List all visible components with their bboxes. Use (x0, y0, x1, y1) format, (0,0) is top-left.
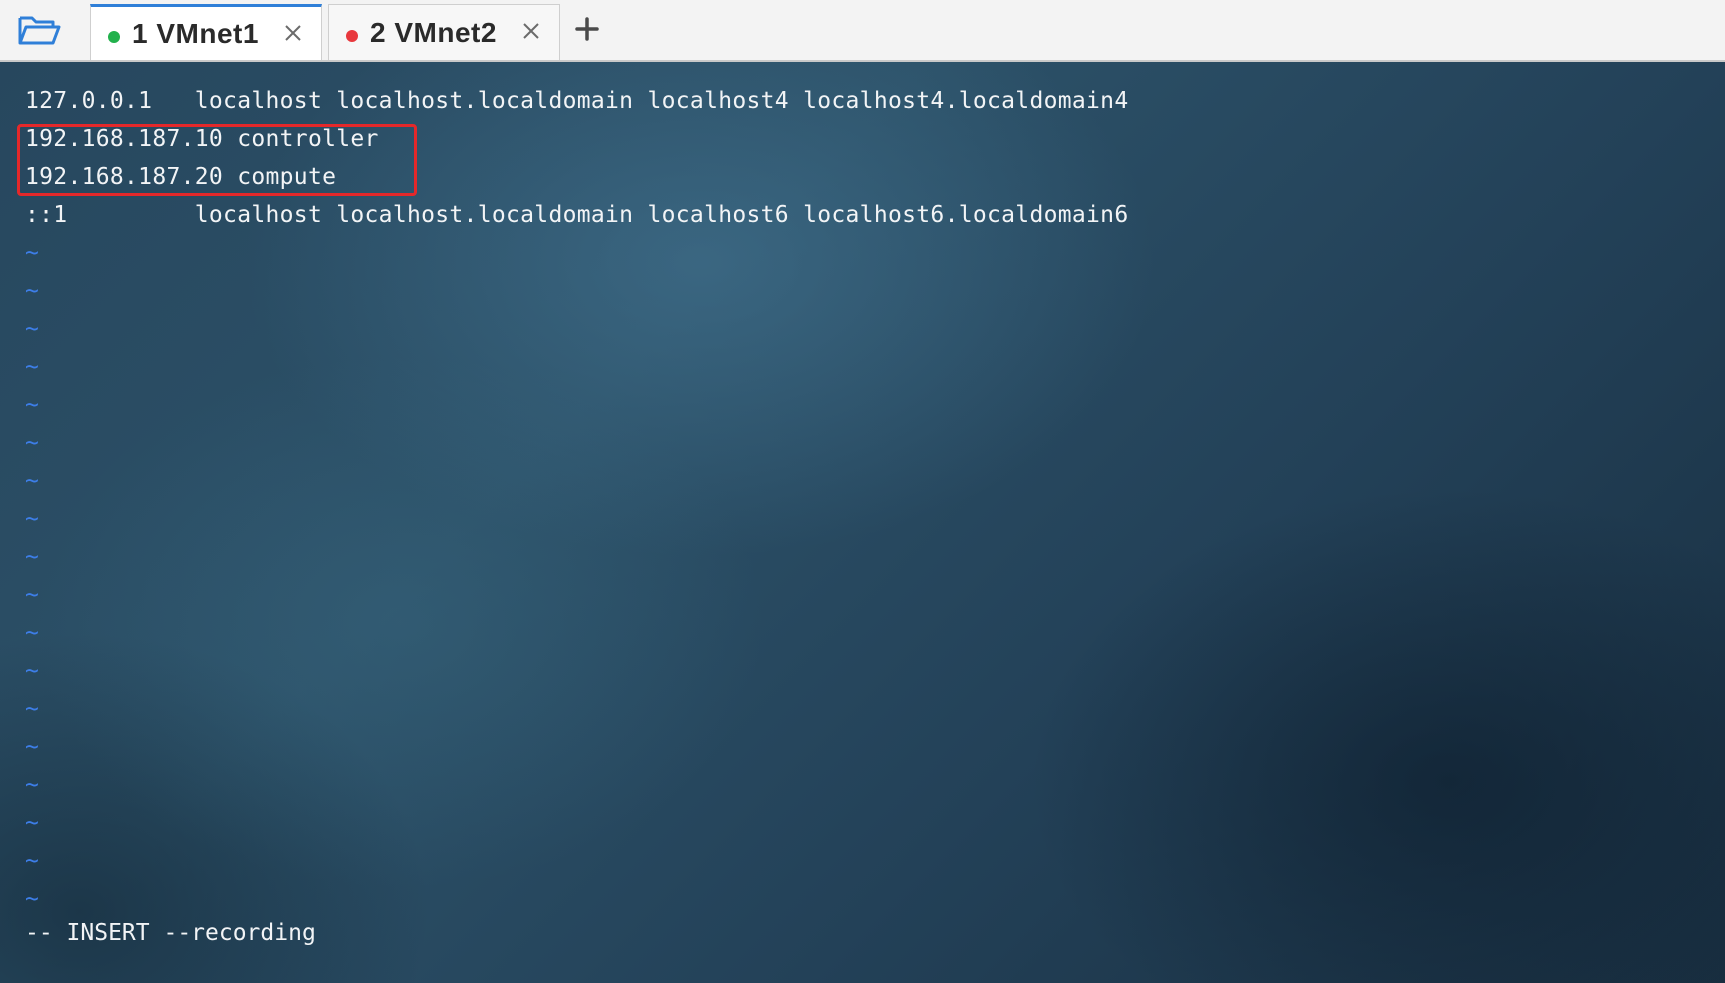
empty-line-marker: ~ (25, 240, 40, 266)
empty-line-marker: ~ (25, 810, 40, 836)
empty-line-marker: ~ (25, 506, 40, 532)
vim-status-line: -- INSERT --recording (25, 920, 316, 946)
status-dot-green (108, 30, 120, 43)
terminal-buffer: 127.0.0.1 localhost localhost.localdomai… (25, 82, 1128, 918)
folder-open-icon (18, 16, 61, 45)
empty-line-marker: ~ (25, 430, 40, 456)
status-dot-red (346, 29, 358, 42)
empty-line-marker: ~ (25, 582, 40, 608)
plus-icon[interactable] (572, 14, 602, 44)
tab-vmnet1[interactable]: 1 VMnet1 (90, 4, 322, 60)
terminal-line: 192.168.187.20 compute (25, 164, 337, 190)
tab-bar: 1 VMnet1 2 VMnet2 (0, 0, 1725, 62)
empty-line-marker: ~ (25, 734, 40, 760)
terminal-line: 192.168.187.10 controller (25, 126, 379, 152)
close-icon[interactable] (521, 21, 541, 41)
empty-line-marker: ~ (25, 392, 40, 418)
terminal-viewport[interactable]: 127.0.0.1 localhost localhost.localdomai… (0, 62, 1725, 983)
empty-line-marker: ~ (25, 772, 40, 798)
empty-line-marker: ~ (25, 886, 40, 912)
empty-line-marker: ~ (25, 468, 40, 494)
empty-line-marker: ~ (25, 316, 40, 342)
tab-vmnet2[interactable]: 2 VMnet2 (328, 4, 560, 60)
tab-label: 2 VMnet2 (370, 16, 497, 48)
terminal-line: ::1 localhost localhost.localdomain loca… (25, 202, 1129, 228)
empty-line-marker: ~ (25, 848, 40, 874)
terminal-line: 127.0.0.1 localhost localhost.localdomai… (25, 88, 1129, 114)
close-icon[interactable] (283, 23, 303, 43)
open-session-button[interactable] (14, 10, 64, 50)
tab-label: 1 VMnet1 (132, 17, 259, 49)
empty-line-marker: ~ (25, 696, 40, 722)
empty-line-marker: ~ (25, 544, 40, 570)
empty-line-marker: ~ (25, 278, 40, 304)
empty-line-marker: ~ (25, 658, 40, 684)
empty-line-marker: ~ (25, 620, 40, 646)
empty-line-marker: ~ (25, 354, 40, 380)
